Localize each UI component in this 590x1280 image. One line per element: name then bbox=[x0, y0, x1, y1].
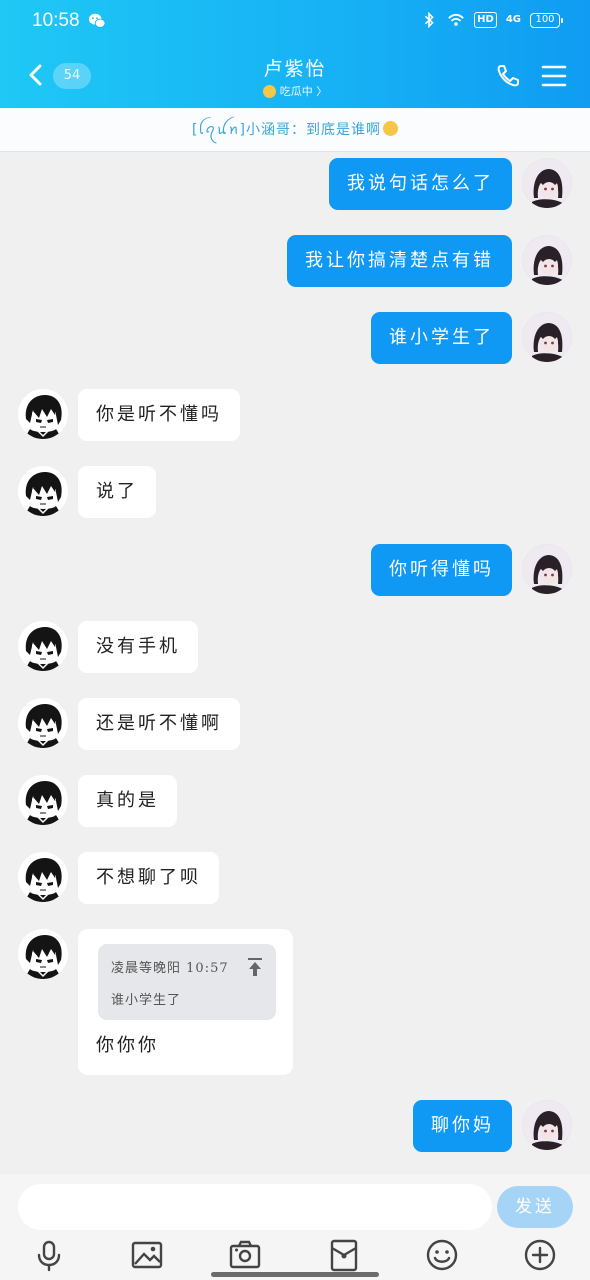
bluetooth-icon bbox=[425, 11, 434, 29]
message-row: 谁小学生了 bbox=[371, 312, 572, 364]
nav-bar: 54 卢紫怡 吃瓜中 〉 bbox=[0, 44, 590, 108]
status-emoji-icon bbox=[262, 84, 276, 98]
group-notice-banner[interactable]: [ꪶꪖꪊꪀ]小涵哥：到底是谁啊 bbox=[0, 108, 590, 152]
quote-sender: 凌晨等晚阳 bbox=[111, 961, 182, 976]
status-time: 10:58 bbox=[32, 10, 80, 31]
quoted-message[interactable]: 凌晨等晚阳 10:57 谁小学生了 bbox=[98, 944, 276, 1020]
message-row: 聊你妈 bbox=[413, 1100, 572, 1152]
message-row: 我说句话怎么了 bbox=[329, 158, 572, 210]
reply-message-bubble[interactable]: 凌晨等晚阳 10:57 谁小学生了 你你你 bbox=[78, 929, 293, 1075]
contact-avatar[interactable] bbox=[18, 466, 68, 516]
message-row: 真的是 bbox=[18, 775, 177, 827]
quote-header: 凌晨等晚阳 10:57 bbox=[111, 957, 229, 976]
message-bubble[interactable]: 没有手机 bbox=[78, 621, 198, 673]
message-row: 还是听不懂啊 bbox=[18, 698, 240, 750]
microphone-icon[interactable] bbox=[32, 1238, 66, 1272]
message-bubble[interactable]: 还是听不懂啊 bbox=[78, 698, 240, 750]
message-row: 没有手机 bbox=[18, 621, 198, 673]
message-row: 我让你搞清楚点有错 bbox=[287, 235, 572, 287]
quote-time: 10:57 bbox=[186, 961, 229, 976]
home-indicator[interactable] bbox=[211, 1272, 379, 1277]
jump-to-top-icon[interactable] bbox=[246, 957, 264, 977]
banner-emoji-icon bbox=[382, 121, 398, 136]
message-row: 不想聊了呗 bbox=[18, 852, 219, 904]
image-icon[interactable] bbox=[130, 1238, 164, 1272]
reply-text: 你你你 bbox=[96, 1035, 159, 1056]
my-avatar[interactable] bbox=[522, 312, 572, 362]
emoji-icon[interactable] bbox=[425, 1238, 459, 1272]
input-area: 发送 bbox=[0, 1174, 590, 1280]
phone-call-icon[interactable] bbox=[494, 62, 522, 90]
my-avatar[interactable] bbox=[522, 235, 572, 285]
message-bubble[interactable]: 我让你搞清楚点有错 bbox=[287, 235, 512, 287]
camera-icon[interactable] bbox=[228, 1238, 262, 1272]
status-text: 吃瓜中 〉 bbox=[279, 85, 328, 98]
unread-count-badge[interactable]: 54 bbox=[53, 63, 91, 89]
message-row: 你是听不懂吗 bbox=[18, 389, 240, 441]
message-bubble[interactable]: 真的是 bbox=[78, 775, 177, 827]
message-bubble[interactable]: 聊你妈 bbox=[413, 1100, 512, 1152]
message-bubble[interactable]: 我说句话怎么了 bbox=[329, 158, 512, 210]
banner-text: [ꪶꪖꪊꪀ]小涵哥：到底是谁啊 bbox=[192, 122, 381, 138]
chat-header: 10:58 HD 4G 100 54 卢紫怡 吃瓜中 〉 bbox=[0, 0, 590, 108]
my-avatar[interactable] bbox=[522, 1100, 572, 1150]
contact-name: 卢紫怡 bbox=[263, 58, 327, 80]
message-bubble[interactable]: 你是听不懂吗 bbox=[78, 389, 240, 441]
quote-text: 谁小学生了 bbox=[111, 993, 182, 1008]
menu-icon[interactable] bbox=[540, 62, 568, 90]
message-row: 你听得懂吗 bbox=[371, 544, 572, 596]
message-bubble[interactable]: 谁小学生了 bbox=[371, 312, 512, 364]
chat-title-block[interactable]: 卢紫怡 吃瓜中 〉 bbox=[195, 54, 395, 99]
hd-badge: HD bbox=[474, 12, 497, 28]
wifi-icon bbox=[448, 13, 464, 26]
plus-icon[interactable] bbox=[523, 1238, 557, 1272]
message-bubble[interactable]: 不想聊了呗 bbox=[78, 852, 219, 904]
red-packet-icon[interactable] bbox=[327, 1238, 361, 1272]
contact-avatar[interactable] bbox=[18, 389, 68, 439]
contact-avatar[interactable] bbox=[18, 929, 68, 979]
battery-icon: 100 bbox=[530, 12, 563, 28]
contact-avatar[interactable] bbox=[18, 621, 68, 671]
message-bubble[interactable]: 你听得懂吗 bbox=[371, 544, 512, 596]
message-row: 说了 bbox=[18, 466, 156, 518]
input-toolbar bbox=[0, 1238, 590, 1274]
contact-status: 吃瓜中 〉 bbox=[195, 83, 395, 99]
back-button[interactable] bbox=[22, 60, 52, 90]
contact-avatar[interactable] bbox=[18, 698, 68, 748]
contact-avatar[interactable] bbox=[18, 775, 68, 825]
signal-4g-icon: 4G bbox=[505, 14, 521, 25]
wechat-notification-icon bbox=[88, 13, 106, 28]
send-button[interactable]: 发送 bbox=[497, 1186, 573, 1228]
message-bubble[interactable]: 说了 bbox=[78, 466, 156, 518]
my-avatar[interactable] bbox=[522, 544, 572, 594]
message-input[interactable] bbox=[18, 1184, 492, 1230]
contact-avatar[interactable] bbox=[18, 852, 68, 902]
status-bar: 10:58 HD 4G 100 bbox=[0, 0, 590, 44]
my-avatar[interactable] bbox=[522, 158, 572, 208]
